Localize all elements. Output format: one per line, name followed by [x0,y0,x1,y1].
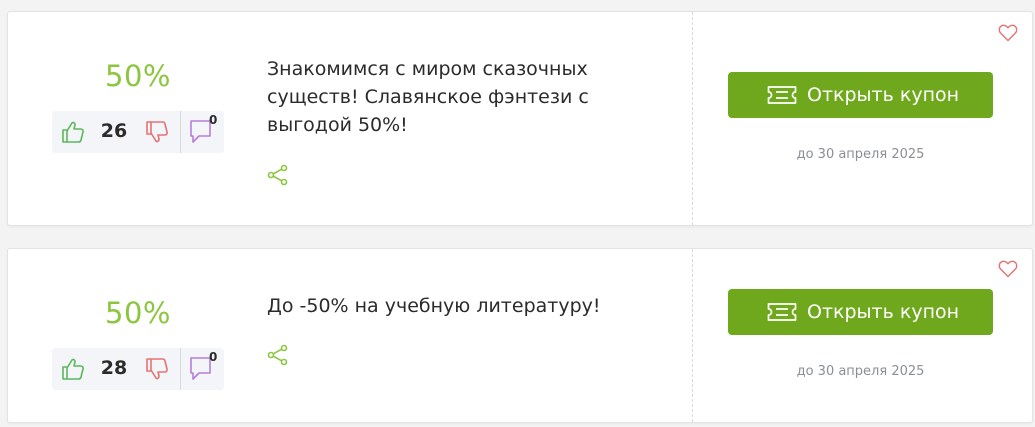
divider [180,111,181,153]
coupon-card: 50% 26 0 Знакомимся с миром сказочных су… [7,11,1033,226]
discount-value: 50% [105,59,171,93]
share-icon[interactable] [267,344,289,366]
vote-panel: 26 0 [52,111,224,153]
vote-count: 26 [100,120,128,142]
open-coupon-label: Открыть купон [807,84,960,106]
vote-count: 28 [100,357,128,379]
heart-icon[interactable] [998,260,1018,278]
comment-count: 0 [209,350,218,364]
thumb-down-icon[interactable] [144,356,170,382]
expiry-date: до 30 апреля 2025 [796,147,925,162]
dashed-separator [692,12,693,225]
divider [180,348,181,390]
thumb-down-icon[interactable] [144,119,170,145]
open-coupon-label: Открыть купон [807,301,960,323]
open-coupon-button[interactable]: Открыть купон [728,289,993,335]
ticket-icon [767,85,797,105]
vote-panel: 28 0 [52,348,224,390]
coupon-title[interactable]: Знакомимся с миром сказочных существ! Сл… [267,55,627,139]
discount-value: 50% [105,296,171,330]
open-coupon-button[interactable]: Открыть купон [728,72,993,118]
ticket-icon [767,302,797,322]
thumb-up-icon[interactable] [60,119,86,145]
expiry-date: до 30 апреля 2025 [796,364,925,379]
thumb-up-icon[interactable] [60,356,86,382]
comment-count: 0 [209,113,218,127]
heart-icon[interactable] [998,24,1018,42]
coupon-card: 50% 28 0 До -50% на учебную литературу! [7,248,1033,423]
share-icon[interactable] [267,164,289,186]
dashed-separator [692,249,693,422]
coupon-title[interactable]: До -50% на учебную литературу! [267,292,627,320]
